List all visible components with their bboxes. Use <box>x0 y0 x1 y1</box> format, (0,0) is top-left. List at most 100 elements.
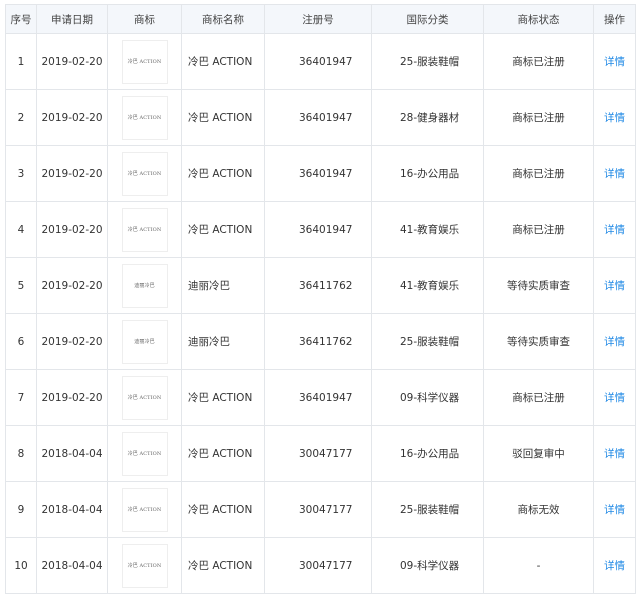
row-index: 8 <box>5 425 37 482</box>
row-action-cell: 详情 <box>593 425 636 482</box>
table-row: 10 2018-04-04 冷巴 ACTION 冷巴 ACTION 300471… <box>5 537 636 594</box>
row-logo-cell: 冷巴 ACTION <box>107 481 182 538</box>
row-index: 7 <box>5 369 37 426</box>
detail-link[interactable]: 详情 <box>604 56 625 68</box>
detail-link[interactable]: 详情 <box>604 168 625 180</box>
row-action-cell: 详情 <box>593 313 636 370</box>
row-index: 3 <box>5 145 37 202</box>
detail-link[interactable]: 详情 <box>604 280 625 292</box>
table-row: 9 2018-04-04 冷巴 ACTION 冷巴 ACTION 3004717… <box>5 481 636 538</box>
detail-link[interactable]: 详情 <box>604 504 625 516</box>
trademark-logo-text: 冷巴 ACTION <box>127 563 162 569</box>
row-index: 1 <box>5 33 37 90</box>
row-action-cell: 详情 <box>593 145 636 202</box>
row-logo-cell: 冷巴 ACTION <box>107 145 182 202</box>
detail-link[interactable]: 详情 <box>604 392 625 404</box>
row-registration-number: 36401947 <box>264 201 372 258</box>
trademark-logo-text: 冷巴 ACTION <box>127 227 162 233</box>
row-apply-date: 2018-04-04 <box>36 425 108 482</box>
trademark-logo-image[interactable]: 迪丽冷巴 <box>121 319 168 364</box>
row-international-class: 41-教育娱乐 <box>371 201 484 258</box>
trademark-logo-text: 迪丽冷巴 <box>134 283 155 289</box>
table-row: 4 2019-02-20 冷巴 ACTION 冷巴 ACTION 3640194… <box>5 201 636 258</box>
row-trademark-name: 冷巴 ACTION <box>181 425 265 482</box>
trademark-logo-image[interactable]: 冷巴 ACTION <box>121 151 168 196</box>
row-registration-number: 30047177 <box>264 481 372 538</box>
row-index: 10 <box>5 537 37 594</box>
row-trademark-name: 冷巴 ACTION <box>181 369 265 426</box>
trademark-logo-image[interactable]: 迪丽冷巴 <box>121 263 168 308</box>
trademark-logo-text: 冷巴 ACTION <box>127 59 162 65</box>
row-trademark-name: 迪丽冷巴 <box>181 257 265 314</box>
header-status: 商标状态 <box>483 4 594 34</box>
header-international-class: 国际分类 <box>371 4 484 34</box>
row-index: 4 <box>5 201 37 258</box>
table-row: 6 2019-02-20 迪丽冷巴 迪丽冷巴 36411762 25-服装鞋帽 … <box>5 313 636 370</box>
header-action: 操作 <box>593 4 636 34</box>
trademark-logo-image[interactable]: 冷巴 ACTION <box>121 39 168 84</box>
row-index: 6 <box>5 313 37 370</box>
header-row: 序号 申请日期 商标 商标名称 注册号 国际分类 商标状态 操作 <box>5 4 636 34</box>
table-row: 1 2019-02-20 冷巴 ACTION 冷巴 ACTION 3640194… <box>5 33 636 90</box>
row-status: 商标已注册 <box>483 89 594 146</box>
row-logo-cell: 迪丽冷巴 <box>107 313 182 370</box>
detail-link[interactable]: 详情 <box>604 224 625 236</box>
trademark-logo-text: 冷巴 ACTION <box>127 507 162 513</box>
trademark-logo-image[interactable]: 冷巴 ACTION <box>121 487 168 532</box>
row-logo-cell: 冷巴 ACTION <box>107 89 182 146</box>
row-logo-cell: 迪丽冷巴 <box>107 257 182 314</box>
row-apply-date: 2018-04-04 <box>36 537 108 594</box>
trademark-logo-text: 冷巴 ACTION <box>127 171 162 177</box>
detail-link[interactable]: 详情 <box>604 560 625 572</box>
row-international-class: 28-健身器材 <box>371 89 484 146</box>
row-trademark-name: 迪丽冷巴 <box>181 313 265 370</box>
row-action-cell: 详情 <box>593 89 636 146</box>
row-index: 5 <box>5 257 37 314</box>
detail-link[interactable]: 详情 <box>604 112 625 124</box>
row-trademark-name: 冷巴 ACTION <box>181 89 265 146</box>
header-registration-number: 注册号 <box>264 4 372 34</box>
row-international-class: 16-办公用品 <box>371 425 484 482</box>
trademark-logo-image[interactable]: 冷巴 ACTION <box>121 95 168 140</box>
row-registration-number: 36401947 <box>264 89 372 146</box>
row-registration-number: 30047177 <box>264 537 372 594</box>
table-row: 5 2019-02-20 迪丽冷巴 迪丽冷巴 36411762 41-教育娱乐 … <box>5 257 636 314</box>
row-status: 商标已注册 <box>483 201 594 258</box>
row-logo-cell: 冷巴 ACTION <box>107 33 182 90</box>
row-international-class: 16-办公用品 <box>371 145 484 202</box>
row-status: 等待实质审查 <box>483 257 594 314</box>
row-index: 9 <box>5 481 37 538</box>
row-status: - <box>483 537 594 594</box>
row-status: 商标无效 <box>483 481 594 538</box>
row-index: 2 <box>5 89 37 146</box>
table-row: 7 2019-02-20 冷巴 ACTION 冷巴 ACTION 3640194… <box>5 369 636 426</box>
row-action-cell: 详情 <box>593 369 636 426</box>
row-status: 商标已注册 <box>483 145 594 202</box>
trademark-logo-text: 迪丽冷巴 <box>134 339 155 345</box>
row-international-class: 09-科学仪器 <box>371 537 484 594</box>
row-international-class: 25-服装鞋帽 <box>371 313 484 370</box>
row-trademark-name: 冷巴 ACTION <box>181 201 265 258</box>
row-registration-number: 36401947 <box>264 33 372 90</box>
detail-link[interactable]: 详情 <box>604 448 625 460</box>
row-action-cell: 详情 <box>593 201 636 258</box>
row-status: 驳回复审中 <box>483 425 594 482</box>
table-row: 8 2018-04-04 冷巴 ACTION 冷巴 ACTION 3004717… <box>5 425 636 482</box>
row-apply-date: 2019-02-20 <box>36 33 108 90</box>
row-trademark-name: 冷巴 ACTION <box>181 145 265 202</box>
trademark-logo-image[interactable]: 冷巴 ACTION <box>121 207 168 252</box>
row-status: 商标已注册 <box>483 33 594 90</box>
trademark-logo-image[interactable]: 冷巴 ACTION <box>121 375 168 420</box>
detail-link[interactable]: 详情 <box>604 336 625 348</box>
table-header: 序号 申请日期 商标 商标名称 注册号 国际分类 商标状态 操作 <box>5 4 636 34</box>
row-logo-cell: 冷巴 ACTION <box>107 537 182 594</box>
row-trademark-name: 冷巴 ACTION <box>181 481 265 538</box>
row-logo-cell: 冷巴 ACTION <box>107 201 182 258</box>
row-apply-date: 2019-02-20 <box>36 313 108 370</box>
trademark-logo-text: 冷巴 ACTION <box>127 395 162 401</box>
trademark-logo-image[interactable]: 冷巴 ACTION <box>121 543 168 588</box>
row-international-class: 25-服装鞋帽 <box>371 33 484 90</box>
trademark-logo-image[interactable]: 冷巴 ACTION <box>121 431 168 476</box>
row-apply-date: 2019-02-20 <box>36 89 108 146</box>
row-international-class: 25-服装鞋帽 <box>371 481 484 538</box>
